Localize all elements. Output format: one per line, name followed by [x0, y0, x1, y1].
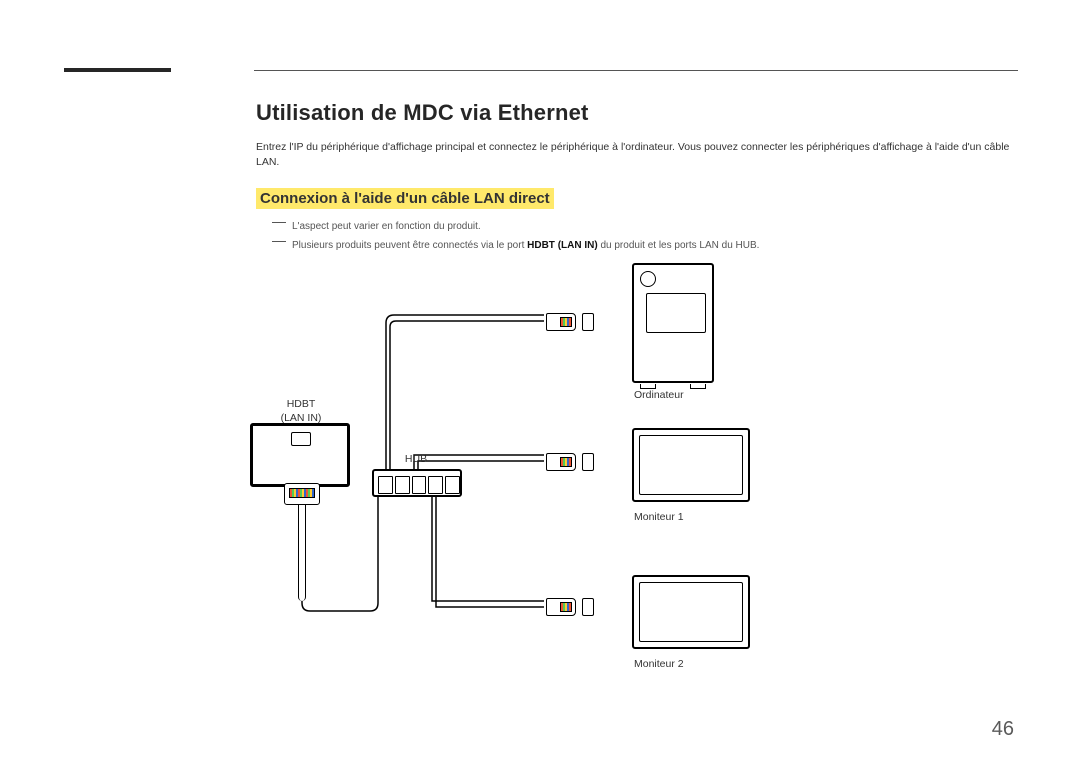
connector-group: [546, 598, 594, 616]
lan-plug-icon: [546, 313, 576, 331]
note-prefix: Plusieurs produits peuvent être connecté…: [292, 240, 527, 251]
hdbt-device-icon: [250, 423, 350, 487]
lan-plug-icon: [284, 483, 320, 505]
connection-diagram: HDBT (LAN IN) HUB Ordinateur Moniteur 1 …: [256, 263, 816, 703]
cable-segment-icon: [298, 505, 306, 601]
hub-device-icon: [372, 469, 462, 497]
computer-feet-icon: [632, 383, 714, 389]
hdbt-port-label: HDBT (LAN IN): [266, 398, 336, 425]
note-text: Plusieurs produits peuvent être connecté…: [292, 238, 759, 253]
monitor-icon: [632, 428, 750, 502]
content-area: Utilisation de MDC via Ethernet Entrez l…: [256, 100, 1016, 703]
note-suffix: du produit et les ports LAN du HUB.: [598, 240, 760, 251]
note-strong: HDBT (LAN IN): [527, 240, 598, 251]
side-accent-bar: [64, 68, 171, 72]
list-item: L'aspect peut varier en fonction du prod…: [272, 219, 1016, 234]
dash-bullet-icon: [272, 238, 286, 246]
top-horizontal-rule: [254, 70, 1018, 71]
page-number: 46: [992, 718, 1014, 741]
document-page: Utilisation de MDC via Ethernet Entrez l…: [0, 0, 1080, 763]
section-title: Utilisation de MDC via Ethernet: [256, 100, 1016, 126]
computer-label: Ordinateur: [634, 389, 714, 403]
hub-ports-icon: [378, 476, 460, 494]
intro-paragraph: Entrez l'IP du périphérique d'affichage …: [256, 140, 1016, 170]
connector-group: [546, 453, 594, 471]
monitor2-label: Moniteur 2: [634, 658, 714, 672]
monitor1-label: Moniteur 1: [634, 511, 714, 525]
lan-jack-icon: [582, 313, 594, 331]
label-line: HDBT: [287, 398, 316, 410]
computer-tower-icon: [632, 263, 714, 383]
hdbt-lan-port-icon: [291, 432, 311, 446]
connector-group: [546, 313, 594, 331]
subsection-title-highlight: Connexion à l'aide d'un câble LAN direct: [256, 188, 554, 209]
notes-list: L'aspect peut varier en fonction du prod…: [272, 219, 1016, 253]
list-item: Plusieurs produits peuvent être connecté…: [272, 238, 1016, 253]
lan-jack-icon: [582, 453, 594, 471]
lan-jack-icon: [582, 598, 594, 616]
lan-plug-icon: [546, 598, 576, 616]
dash-bullet-icon: [272, 219, 286, 227]
hub-label: HUB: [396, 453, 436, 467]
lan-plug-icon: [546, 453, 576, 471]
monitor-icon: [632, 575, 750, 649]
label-line: (LAN IN): [281, 412, 322, 424]
note-text: L'aspect peut varier en fonction du prod…: [292, 219, 481, 234]
